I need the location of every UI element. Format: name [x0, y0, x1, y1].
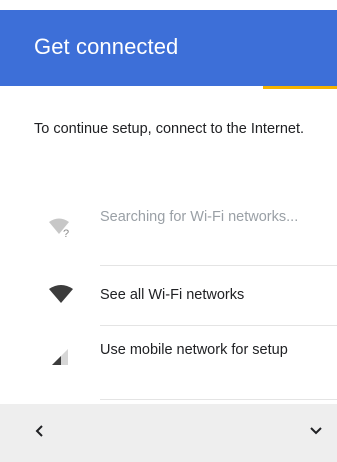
chevron-down-icon — [309, 424, 323, 442]
option-use-mobile-network-label: Use mobile network for setup — [100, 342, 288, 358]
option-see-all-wifi-label: See all Wi-Fi networks — [100, 287, 245, 303]
option-searching-wifi-label: Searching for Wi-Fi networks... — [100, 209, 299, 225]
app-header: Get connected — [0, 10, 337, 86]
wifi-icon — [48, 283, 74, 305]
divider — [100, 399, 337, 400]
back-button[interactable] — [20, 414, 60, 452]
more-button[interactable] — [296, 414, 336, 452]
intro-text: To continue setup, connect to the Intern… — [34, 121, 305, 137]
option-use-mobile-network[interactable]: Use mobile network for setup — [0, 326, 337, 384]
bottom-nav-bar — [0, 404, 337, 462]
chevron-left-icon — [34, 424, 46, 443]
page-title: Get connected — [34, 34, 179, 59]
option-see-all-wifi[interactable]: See all Wi-Fi networks — [0, 266, 337, 324]
status-bar — [0, 0, 337, 10]
svg-text:?: ? — [63, 228, 69, 238]
wifi-searching-icon: ? — [48, 216, 74, 240]
setup-content: To continue setup, connect to the Intern… — [0, 89, 337, 404]
option-searching-wifi: ? Searching for Wi-Fi networks... — [0, 198, 337, 256]
cellular-signal-icon — [48, 345, 74, 367]
